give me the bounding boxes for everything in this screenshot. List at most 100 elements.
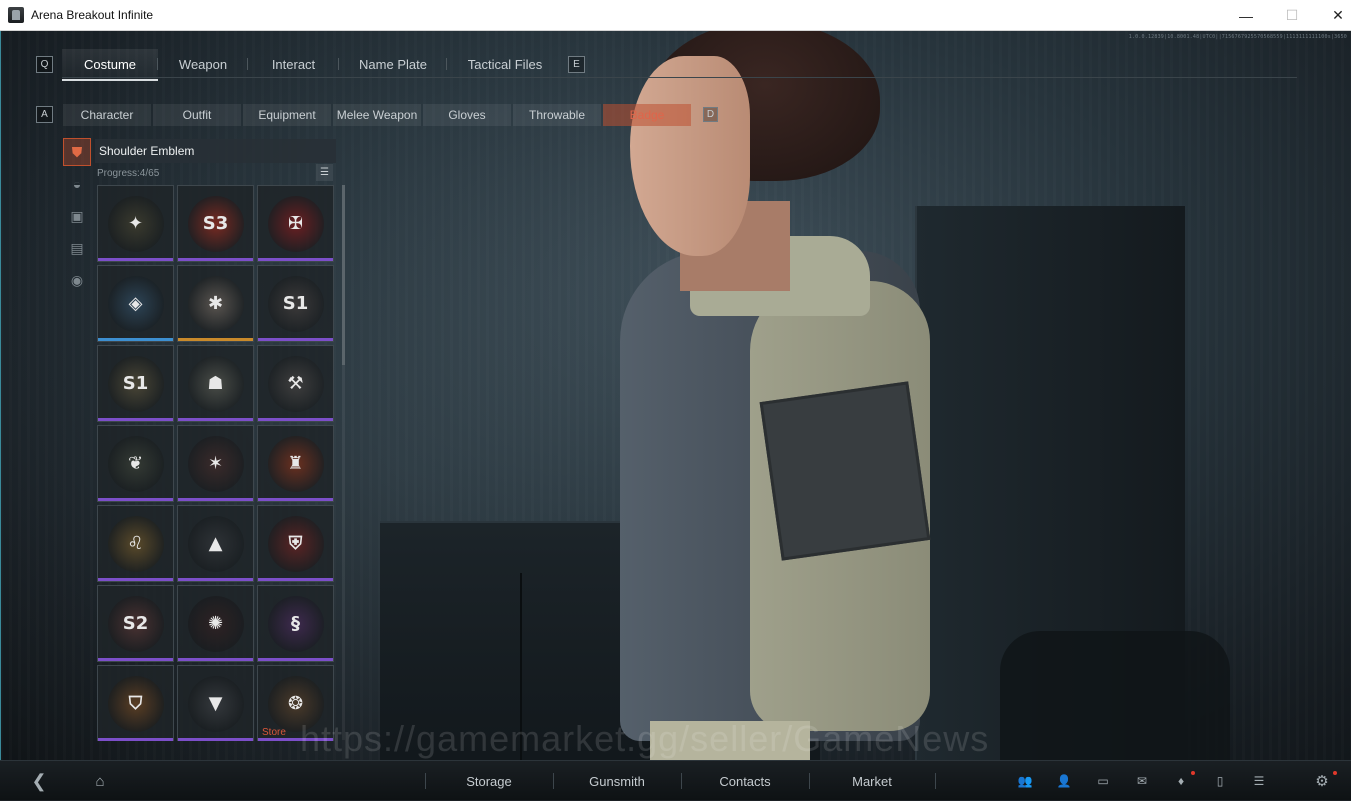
emblem-cell[interactable]: S1 [97, 345, 174, 422]
rarity-bar [258, 338, 333, 341]
mail-icon[interactable]: ✉ [1133, 772, 1151, 790]
maximize-button[interactable]: ☐ [1269, 0, 1315, 31]
rarity-bar [258, 418, 333, 421]
close-button[interactable]: ✕ [1315, 0, 1351, 31]
background-chair [1000, 631, 1230, 760]
rarity-bar [178, 658, 253, 661]
emblem-cell[interactable]: ▲ [177, 505, 254, 582]
emblem-cell[interactable]: S2 [97, 585, 174, 662]
subtab-equipment[interactable]: Equipment [243, 103, 331, 126]
emblem-cell[interactable]: ♌ [97, 505, 174, 582]
emblem-cell[interactable]: ✶ [177, 425, 254, 502]
rarity-bar [258, 498, 333, 501]
subtab-gloves[interactable]: Gloves [423, 103, 511, 126]
rarity-bar [178, 258, 253, 261]
notes-icon[interactable]: ▯ [1211, 772, 1229, 790]
profile-icon[interactable]: 👤 [1055, 772, 1073, 790]
emblem-cell[interactable]: ☗ [177, 345, 254, 422]
tab-name-plate[interactable]: Name Plate [339, 49, 447, 79]
back-arrow-icon[interactable]: ❮ [30, 771, 48, 791]
menu-icon[interactable]: ☰ [1250, 772, 1268, 790]
nav-gunsmith[interactable]: Gunsmith [554, 761, 680, 801]
rarity-bar [258, 258, 333, 261]
minimize-button[interactable]: — [1223, 0, 1269, 31]
key-hint-q[interactable]: Q [36, 55, 53, 73]
emblem-cell[interactable]: ✱ [177, 265, 254, 342]
backpack-icon[interactable]: ▤ [63, 234, 91, 262]
bottom-nav-bar: ❮ ⌂ Storage Gunsmith Contacts Market 👥 👤… [0, 760, 1351, 800]
subtab-badge[interactable]: Badge [603, 103, 691, 126]
trophy-notification-dot [1191, 771, 1195, 775]
emblem-red-crest-icon: ⛨ [267, 515, 324, 572]
trophy-icon[interactable]: ♦ [1172, 772, 1190, 790]
panel-title: Shoulder Emblem [95, 139, 336, 163]
emblem-cell[interactable]: ▼ [177, 665, 254, 741]
emblem-cell[interactable]: S1 [257, 265, 334, 342]
tab-costume[interactable]: Costume [62, 49, 158, 81]
rarity-bar [98, 738, 173, 741]
rarity-bar [98, 578, 173, 581]
key-hint-a[interactable]: A [36, 106, 53, 123]
home-icon[interactable]: ⌂ [91, 772, 109, 790]
tab-interact[interactable]: Interact [248, 49, 339, 79]
emblem-cell[interactable]: ⛉ [97, 665, 174, 741]
nav-contacts[interactable]: Contacts [682, 761, 808, 801]
character-model[interactable] [610, 31, 950, 760]
emblem-guitar-skull-icon: ✠ [267, 195, 324, 252]
subtab-throwable[interactable]: Throwable [513, 103, 601, 126]
emblem-cell[interactable]: ❦ [97, 425, 174, 502]
emblem-cell[interactable]: ✠ [257, 185, 334, 262]
subtab-melee-weapon[interactable]: Melee Weapon [333, 103, 421, 126]
tab-tactical-files[interactable]: Tactical Files [447, 49, 563, 79]
mask-icon[interactable]: ◉ [63, 266, 91, 294]
sub-tab-bar: A Character Outfit Equipment Melee Weapo… [36, 103, 718, 126]
emblem-wings-icon: ✦ [107, 195, 164, 252]
vest-icon[interactable]: ▣ [63, 202, 91, 230]
window-edge [0, 31, 1, 760]
watermark-text: https://gamemarket.gg/seller/GameNews [300, 718, 990, 759]
window-title: Arena Breakout Infinite [31, 8, 154, 22]
rarity-bar [178, 338, 253, 341]
nav-divider [935, 773, 936, 789]
nav-market[interactable]: Market [810, 761, 934, 801]
emblem-trauma-team-icon: ✱ [187, 275, 244, 332]
subtab-outfit[interactable]: Outfit [153, 103, 241, 126]
rarity-bar [98, 338, 173, 341]
rarity-bar [178, 578, 253, 581]
filter-button[interactable]: ☰ [316, 164, 333, 181]
emblem-cell[interactable]: ⚒ [257, 345, 334, 422]
emblem-camo-skull-icon: ☗ [187, 355, 244, 412]
rarity-bar [178, 418, 253, 421]
friends-icon[interactable]: 👥 [1016, 772, 1034, 790]
rarity-bar [98, 258, 173, 261]
emblem-cell[interactable]: ◈ [97, 265, 174, 342]
character-face [630, 56, 750, 256]
window-titlebar: Arena Breakout Infinite — ☐ ✕ [0, 0, 1351, 31]
emblem-scroll-thumb[interactable] [342, 185, 345, 365]
emblem-crossed-hammers-icon: ⚒ [267, 355, 324, 412]
key-hint-d[interactable]: D [703, 107, 718, 122]
emblem-s3-icon: S3 [187, 195, 244, 252]
tab-weapon[interactable]: Weapon [158, 49, 248, 79]
jacket-icon[interactable]: ⛊ [63, 138, 91, 166]
rarity-bar [98, 658, 173, 661]
emblem-cyber-triangle-icon: ▲ [187, 515, 244, 572]
emblem-cell[interactable]: ✦ [97, 185, 174, 262]
rarity-bar [178, 738, 253, 741]
emblem-bear-shield-icon: ◈ [107, 275, 164, 332]
gear-icon[interactable]: ⚙ [1313, 772, 1331, 790]
badge-category-bar: ⛊ ◒ ▣ ▤ ◉ [63, 138, 91, 298]
subtab-character[interactable]: Character [63, 103, 151, 126]
emblem-cell[interactable]: ✺ [177, 585, 254, 662]
nav-storage[interactable]: Storage [426, 761, 552, 801]
helmet-icon[interactable]: ◒ [63, 170, 91, 198]
chat-icon[interactable]: ▭ [1094, 772, 1112, 790]
emblem-cell[interactable]: § [257, 585, 334, 662]
emblem-cell[interactable]: ⛨ [257, 505, 334, 582]
key-hint-e[interactable]: E [568, 55, 585, 73]
rarity-bar [258, 658, 333, 661]
emblem-cell[interactable]: ♜ [257, 425, 334, 502]
emblem-cell[interactable]: S3 [177, 185, 254, 262]
emblem-winged-chevron-icon: ▼ [187, 675, 244, 732]
rarity-bar [178, 498, 253, 501]
